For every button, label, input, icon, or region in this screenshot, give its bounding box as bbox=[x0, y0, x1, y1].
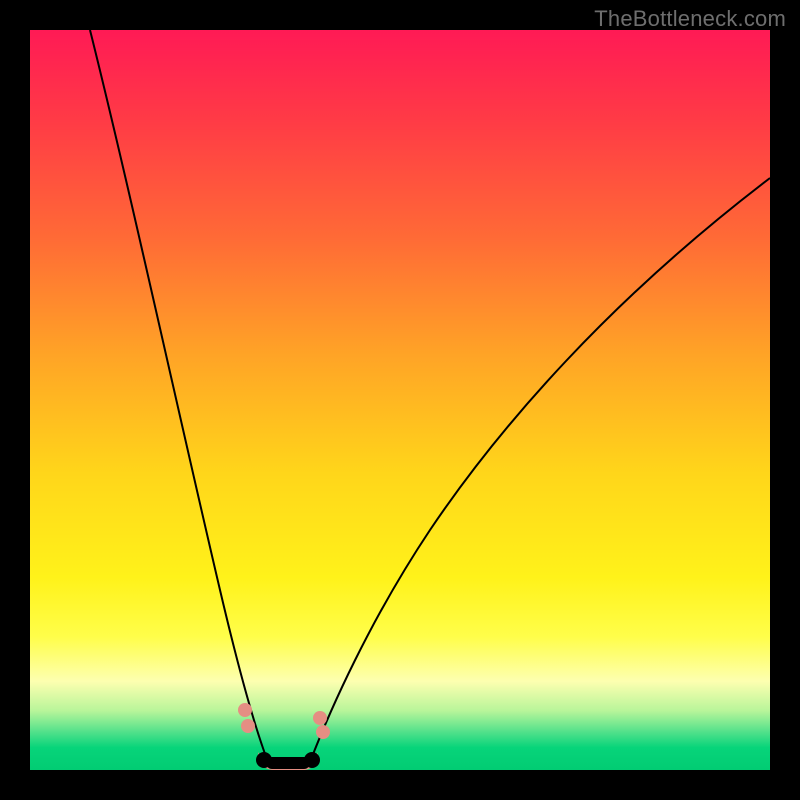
right-curve bbox=[310, 178, 770, 762]
bottom-blob bbox=[256, 752, 320, 770]
blob-bar bbox=[266, 757, 310, 769]
marker-dots bbox=[238, 703, 330, 739]
watermark-text: TheBottleneck.com bbox=[594, 6, 786, 32]
dot-left-upper bbox=[238, 703, 252, 717]
dot-right-upper bbox=[313, 711, 327, 725]
left-curve bbox=[90, 30, 268, 762]
dot-right-lower bbox=[316, 725, 330, 739]
dot-left-lower bbox=[241, 719, 255, 733]
outer-frame: TheBottleneck.com bbox=[0, 0, 800, 800]
plot-area bbox=[30, 30, 770, 770]
curve-layer bbox=[30, 30, 770, 770]
